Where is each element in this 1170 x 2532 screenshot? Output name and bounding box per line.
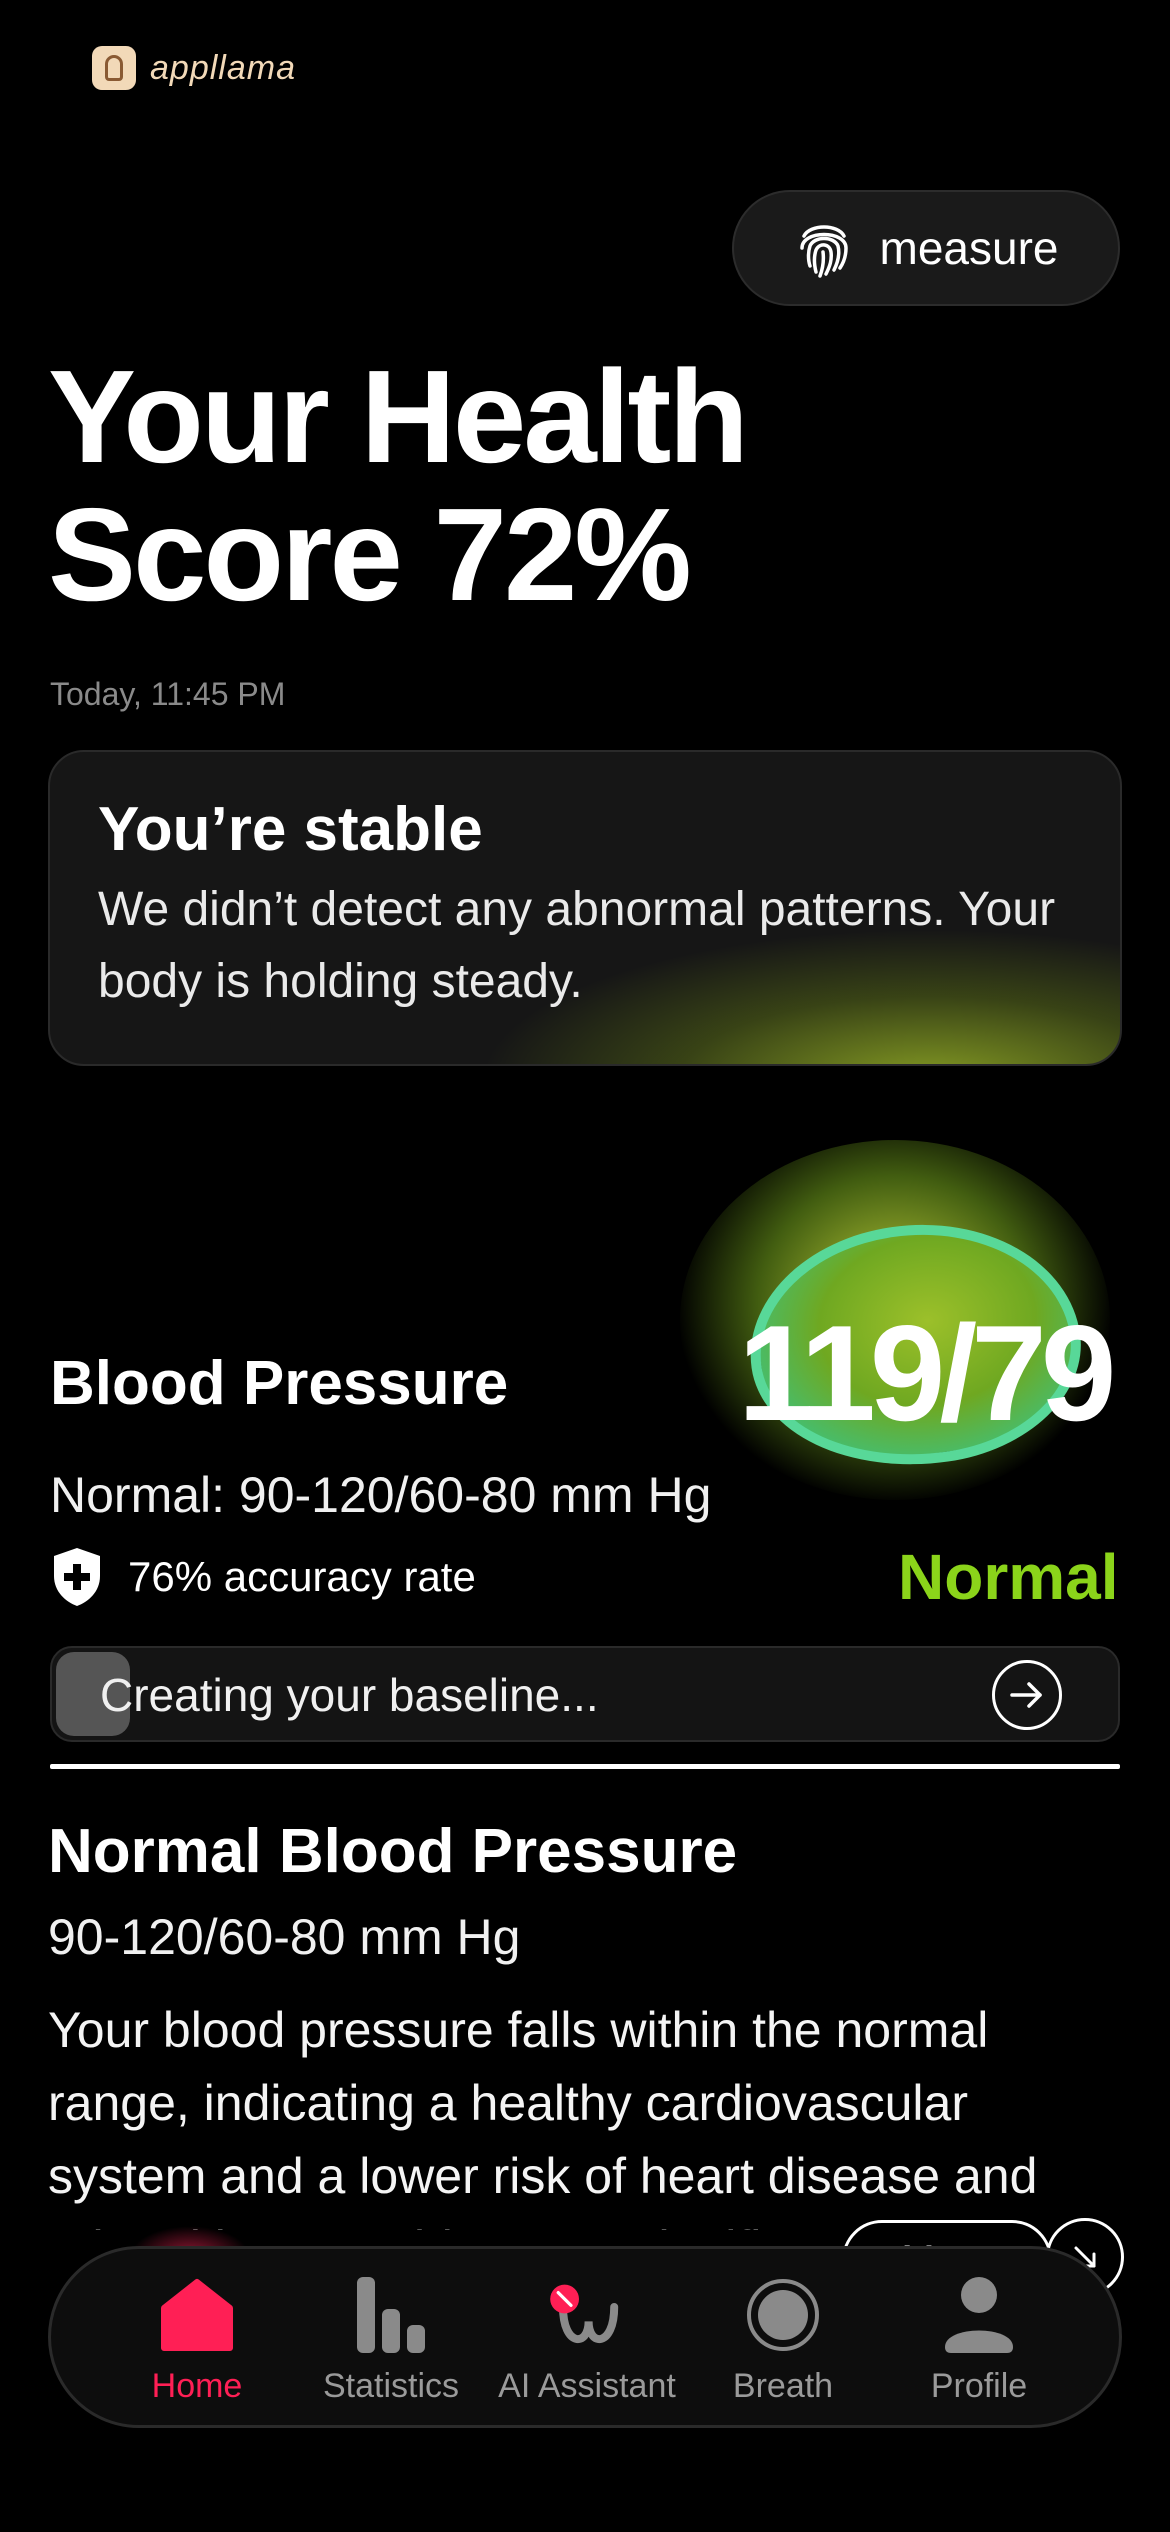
headline-line-2: Score 72% bbox=[48, 481, 692, 628]
logo-text: appllama bbox=[150, 48, 296, 87]
health-score-headline: Your Health Score 72% bbox=[48, 343, 749, 628]
arrow-right-icon bbox=[1010, 1682, 1042, 1708]
tab-home-label: Home bbox=[151, 2367, 243, 2405]
status-card-title: You’re stable bbox=[98, 795, 483, 864]
statistics-icon bbox=[351, 2275, 431, 2355]
tab-profile-label: Profile bbox=[930, 2367, 1028, 2405]
tab-home[interactable]: Home bbox=[99, 2249, 295, 2425]
baseline-arrow-button[interactable] bbox=[992, 1660, 1062, 1730]
baseline-text: Creating your baseline... bbox=[100, 1669, 599, 1721]
bp-title: Blood Pressure bbox=[50, 1349, 509, 1418]
section-divider bbox=[50, 1764, 1120, 1769]
tab-breath[interactable]: Breath bbox=[685, 2249, 881, 2425]
breath-icon bbox=[743, 2275, 823, 2355]
app-logo: appllama bbox=[92, 46, 296, 90]
measure-label: measure bbox=[879, 222, 1059, 274]
accuracy-text: 76% accuracy rate bbox=[128, 1553, 476, 1600]
status-card[interactable]: You’re stable We didn’t detect any abnor… bbox=[48, 750, 1122, 1066]
bp-status: Normal bbox=[898, 1541, 1119, 1613]
measure-button[interactable]: measure bbox=[732, 190, 1120, 306]
bp-value: 119/79 bbox=[738, 1297, 1116, 1449]
timestamp: Today, 11:45 PM bbox=[50, 676, 286, 712]
tab-ai-assistant-label: AI Assistant bbox=[498, 2367, 676, 2405]
shield-plus-icon bbox=[54, 1548, 100, 1606]
tab-bar: Home Statistics AI Assistant Breath Prof… bbox=[48, 2246, 1122, 2428]
baseline-progress-bar[interactable]: Creating your baseline... bbox=[50, 1646, 1120, 1742]
tab-profile[interactable]: Profile bbox=[881, 2249, 1077, 2425]
accuracy-row: 76% accuracy rate bbox=[50, 1546, 476, 1608]
bp-normal-range: Normal: 90-120/60-80 mm Hg bbox=[50, 1467, 712, 1523]
tab-ai-assistant[interactable]: AI Assistant bbox=[489, 2249, 685, 2425]
info-title: Normal Blood Pressure bbox=[48, 1817, 738, 1886]
tab-statistics-label: Statistics bbox=[322, 2367, 460, 2405]
headline-line-1: Your Health bbox=[48, 343, 749, 490]
tab-statistics[interactable]: Statistics bbox=[293, 2249, 489, 2425]
profile-icon bbox=[939, 2275, 1019, 2355]
fingerprint-icon bbox=[799, 225, 848, 278]
ai-assistant-icon bbox=[547, 2275, 627, 2355]
status-card-body: We didn’t detect any abnormal patterns. … bbox=[98, 883, 1056, 1008]
home-icon bbox=[157, 2275, 237, 2355]
info-body: Your blood pressure falls within the nor… bbox=[48, 2002, 1038, 2230]
llama-logo-icon bbox=[92, 46, 136, 90]
info-range: 90-120/60-80 mm Hg bbox=[48, 1909, 521, 1965]
tab-breath-label: Breath bbox=[732, 2367, 834, 2405]
